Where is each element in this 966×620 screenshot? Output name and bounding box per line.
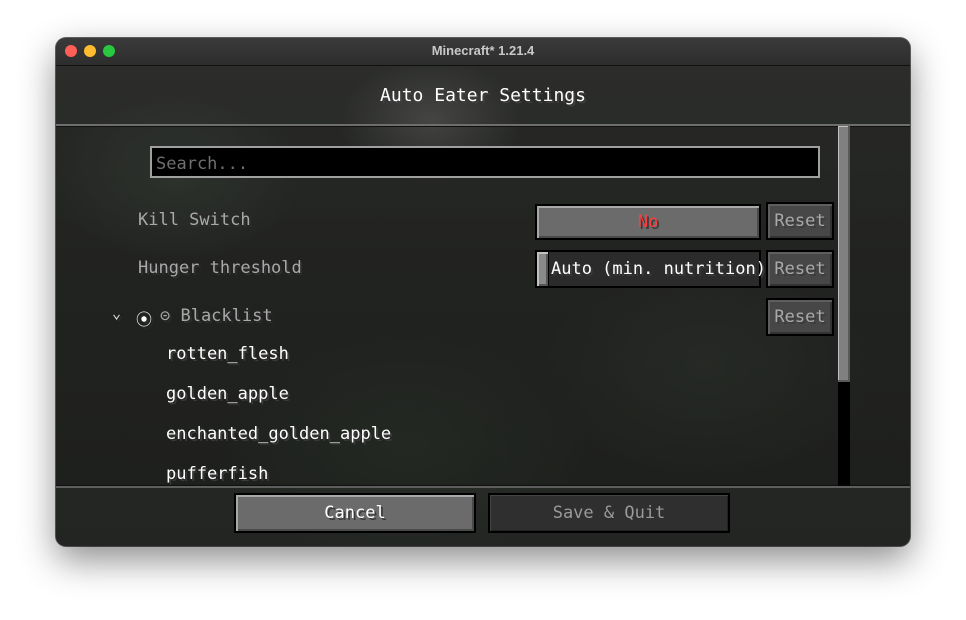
blacklist-label: ⊝ Blacklist	[160, 306, 273, 326]
hunger-threshold-label: Hunger threshold	[138, 258, 302, 278]
search-input[interactable]: Search...	[150, 146, 820, 178]
kill-switch-value: No	[637, 212, 659, 232]
kill-switch-toggle-button[interactable]: No	[535, 204, 761, 240]
search-placeholder: Search...	[156, 154, 249, 174]
collapse-chevron-icon[interactable]: ⌄	[112, 304, 121, 322]
scrollbar[interactable]	[838, 126, 850, 486]
footer-bar: Cancel Save & Quit	[56, 484, 910, 546]
blacklist-item[interactable]: enchanted_golden_apple	[166, 424, 391, 444]
kill-switch-label: Kill Switch	[138, 210, 251, 230]
blacklist-item[interactable]: golden_apple	[166, 384, 289, 404]
scrollbar-thumb[interactable]	[838, 126, 850, 382]
kill-switch-reset-button[interactable]: Reset	[766, 202, 834, 240]
hunger-threshold-reset-button[interactable]: Reset	[766, 250, 834, 288]
blacklist-item[interactable]: pufferfish	[166, 464, 268, 484]
hunger-threshold-slider[interactable]: Auto (min. nutrition)	[535, 250, 766, 288]
slider-handle[interactable]	[537, 252, 549, 286]
game-screen: Auto Eater Settings Search... Kill Switc…	[56, 66, 910, 546]
save-and-quit-button[interactable]: Save & Quit	[488, 493, 730, 533]
window-titlebar: Minecraft* 1.21.4	[56, 38, 910, 66]
add-entry-icon[interactable]: ⦿	[136, 306, 152, 330]
screen-header: Auto Eater Settings	[56, 66, 910, 124]
blacklist-reset-button[interactable]: Reset	[766, 298, 834, 336]
minecraft-window: Minecraft* 1.21.4 Auto Eater Settings Se…	[56, 38, 910, 546]
config-list[interactable]: Search... Kill Switch No Reset Hunger th…	[56, 124, 910, 488]
blacklist-item[interactable]: rotten_flesh	[166, 344, 289, 364]
hunger-threshold-value: Auto (min. nutrition)	[551, 259, 766, 279]
screen-title: Auto Eater Settings	[380, 85, 586, 106]
cancel-button[interactable]: Cancel	[234, 493, 476, 533]
window-title: Minecraft* 1.21.4	[431, 43, 535, 58]
